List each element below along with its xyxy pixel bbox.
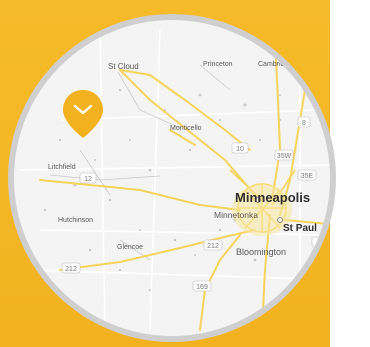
city-label-princeton[interactable]: Princeton <box>203 61 233 68</box>
city-label-st-cloud[interactable]: St Cloud <box>108 62 139 71</box>
route-shield: 212 <box>61 262 81 274</box>
map-card: 10 12 35W 8 212 212 169 35E St Cloud Pri… <box>0 0 370 347</box>
map-view[interactable]: 10 12 35W 8 212 212 169 35E St Cloud Pri… <box>0 0 370 347</box>
city-label-glencoe[interactable]: Glencoe <box>117 244 143 251</box>
city-label-monticello[interactable]: Monticello <box>170 125 202 132</box>
route-shield: 35E <box>297 169 317 181</box>
route-shield: 35W <box>274 149 294 161</box>
route-shield: 212 <box>203 239 223 251</box>
route-shield: 10 <box>231 142 249 154</box>
route-shield: 169 <box>192 280 212 292</box>
city-label-st-paul[interactable]: St Paul <box>283 223 317 234</box>
city-label-bloomington[interactable]: Bloomington <box>236 247 286 257</box>
city-label-litchfield[interactable]: Litchfield <box>48 164 76 171</box>
route-shield: 8 <box>297 116 311 128</box>
svg-text:8: 8 <box>302 120 306 127</box>
city-label-minneapolis[interactable]: Minneapolis <box>235 190 310 205</box>
svg-text:212: 212 <box>207 243 219 250</box>
svg-text:35W: 35W <box>277 153 292 160</box>
svg-text:10: 10 <box>236 146 244 153</box>
city-label-hutchinson[interactable]: Hutchinson <box>58 217 93 224</box>
svg-text:35E: 35E <box>301 173 314 180</box>
city-label-minnetonka[interactable]: Minnetonka <box>214 210 258 220</box>
svg-text:169: 169 <box>196 284 208 291</box>
route-shield: 12 <box>79 172 97 184</box>
svg-text:12: 12 <box>84 176 92 183</box>
svg-text:212: 212 <box>65 266 77 273</box>
